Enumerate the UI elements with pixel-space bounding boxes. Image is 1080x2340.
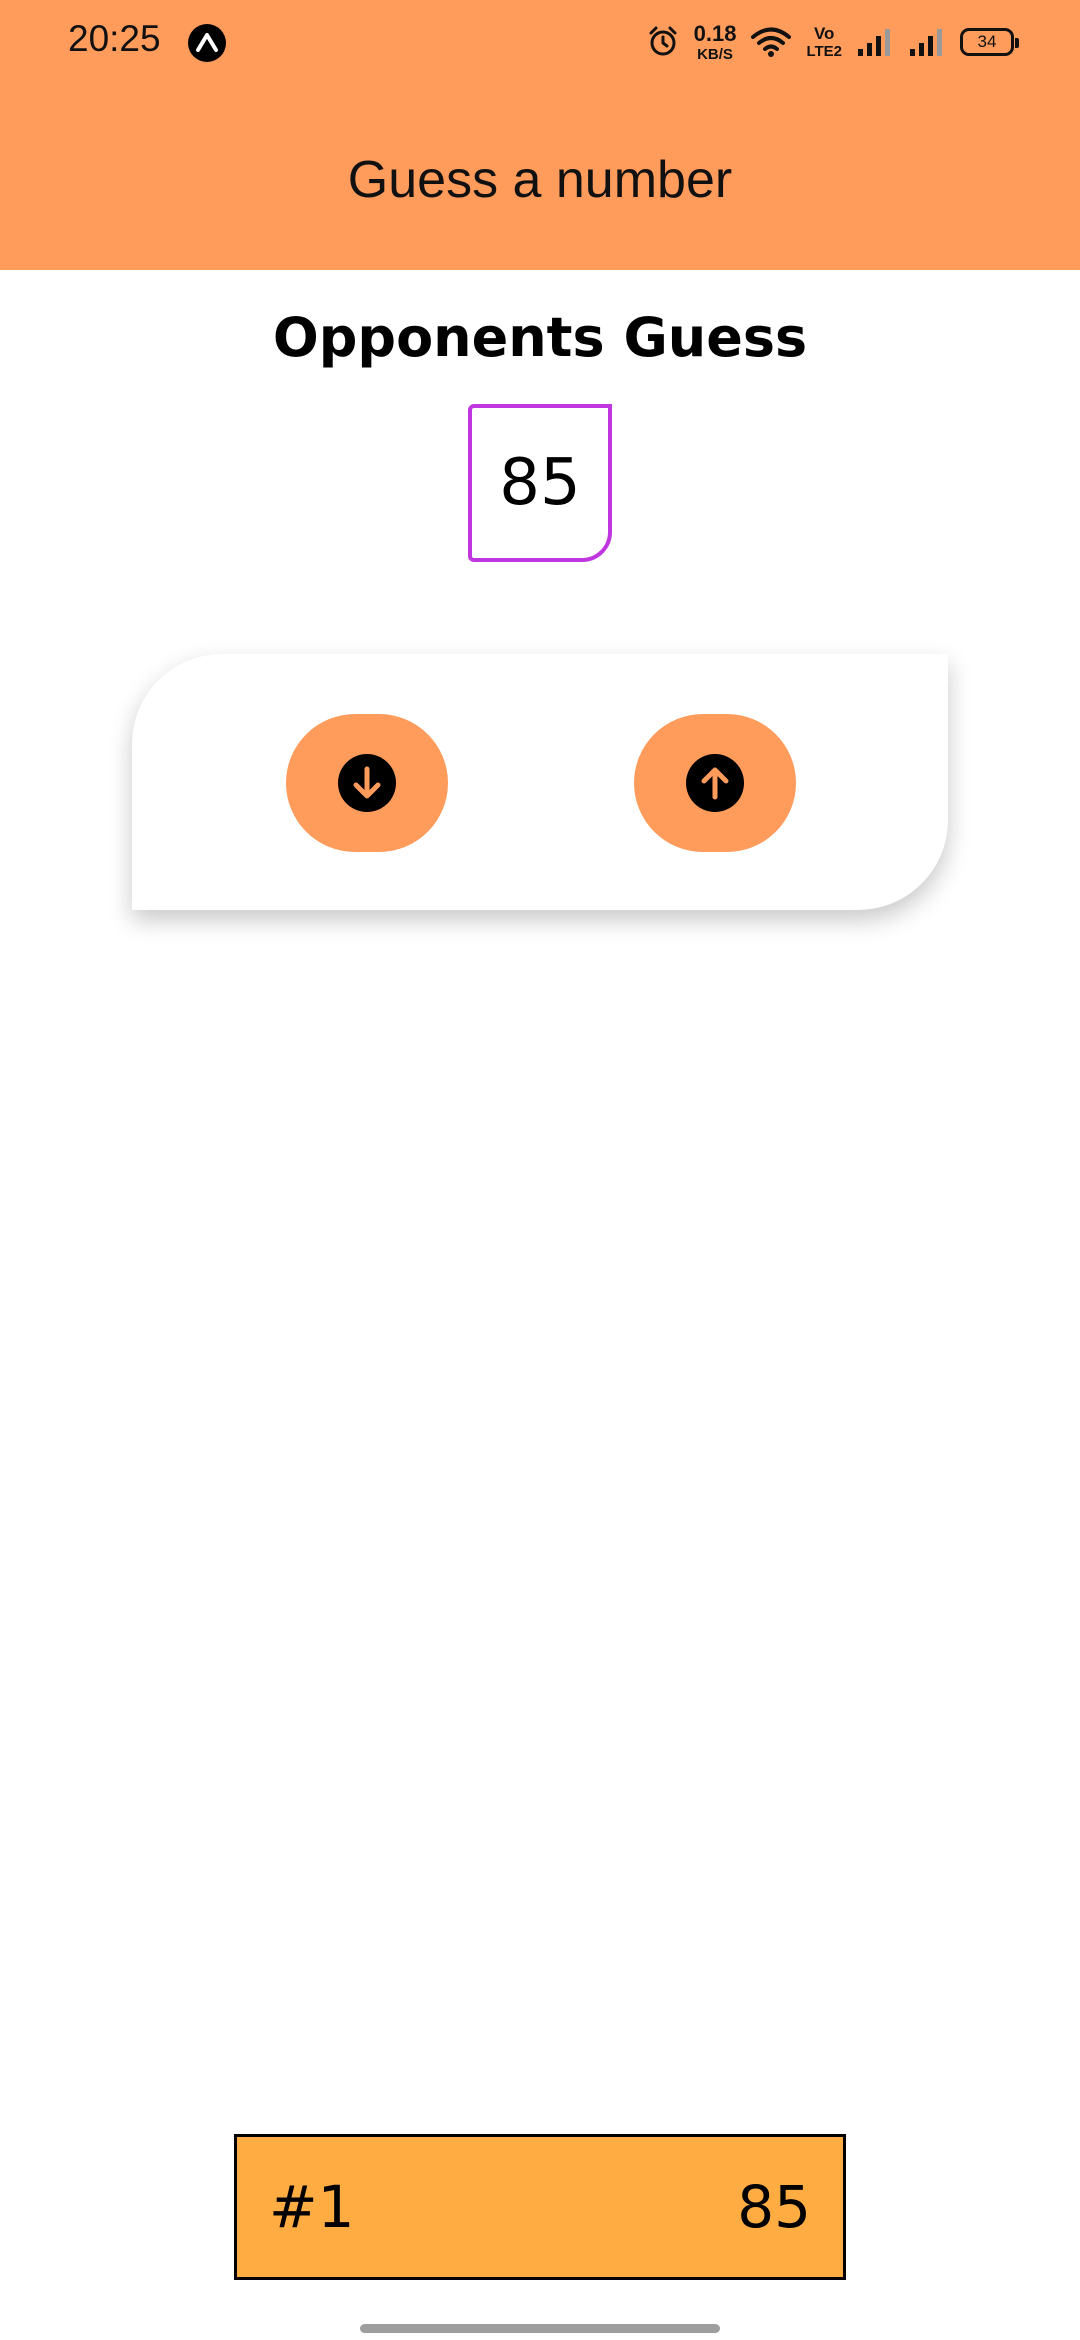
volte-indicator: Vo LTE2 [806, 25, 842, 59]
arrow-down-circle-icon [338, 754, 396, 812]
guess-log-round: #1 [269, 2173, 355, 2241]
game-screen: 20:25 0.18 KB/S Vo LTE2 34 Guess a numbe… [0, 0, 1080, 2340]
lower-button[interactable] [286, 714, 448, 852]
status-bar: 20:25 0.18 KB/S Vo LTE2 34 [0, 0, 1080, 84]
header: 20:25 0.18 KB/S Vo LTE2 34 Guess a numbe… [0, 0, 1080, 270]
volte-bottom: LTE2 [806, 43, 842, 60]
expo-icon [188, 24, 226, 62]
network-speed-unit: KB/S [697, 45, 733, 63]
section-title: Opponents Guess [272, 306, 808, 369]
home-indicator[interactable] [360, 2324, 720, 2333]
signal-icon [910, 29, 942, 56]
higher-button[interactable] [634, 714, 796, 852]
app-title: Guess a number [347, 151, 733, 209]
status-time: 20:25 [68, 18, 161, 59]
battery-icon: 34 [960, 28, 1019, 56]
status-icons: 0.18 KB/S Vo LTE2 34 [646, 20, 1019, 64]
battery-level: 34 [977, 32, 997, 51]
network-speed-value: 0.18 [693, 20, 737, 46]
opponent-guess-value: 85 [499, 446, 581, 520]
guess-log-item: #1 85 [234, 2134, 846, 2280]
arrow-up-circle-icon [686, 754, 744, 812]
guess-controls-card [132, 654, 948, 910]
network-speed: 0.18 KB/S [693, 20, 737, 63]
volte-top: Vo [813, 24, 835, 43]
guess-log-value: 85 [737, 2173, 811, 2241]
signal-icon [858, 29, 890, 56]
wifi-icon [751, 27, 792, 57]
opponent-guess-display: 85 [468, 404, 612, 562]
alarm-icon [649, 26, 677, 56]
